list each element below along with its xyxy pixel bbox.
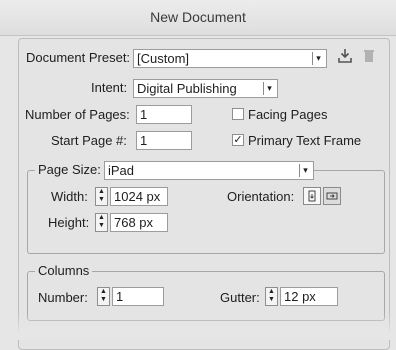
document-preset-value: [Custom] (137, 51, 190, 66)
orientation-label: Orientation: (227, 189, 295, 204)
document-preset-label: Document Preset: (26, 50, 131, 65)
chevron-down-icon: ▾ (312, 52, 324, 65)
stepper-icon: ▲ ▼ (98, 188, 105, 203)
columns-label: Columns (35, 263, 93, 278)
page-size-select[interactable]: iPad ▾ (104, 161, 314, 180)
portrait-icon (308, 190, 316, 202)
intent-select[interactable]: Digital Publishing ▾ (133, 79, 278, 98)
page-size-group (27, 170, 385, 254)
primary-text-frame-checkbox[interactable]: ✓ (232, 134, 244, 146)
column-number-input[interactable]: 1 (112, 287, 164, 306)
start-page-input[interactable]: 1 (136, 131, 192, 150)
stepper-icon: ▲ ▼ (100, 288, 107, 303)
number-of-pages-input[interactable]: 1 (136, 105, 192, 124)
page-size-value: iPad (108, 163, 135, 178)
width-input[interactable]: 1024 px (110, 187, 168, 206)
gutter-label: Gutter: (220, 290, 260, 305)
gutter-stepper[interactable]: ▲ ▼ (265, 287, 278, 306)
landscape-icon (326, 192, 338, 200)
landscape-orientation-button[interactable] (323, 187, 341, 205)
checkmark-icon: ✓ (233, 134, 243, 146)
facing-pages-label: Facing Pages (248, 107, 328, 122)
stepper-icon: ▲ ▼ (268, 288, 275, 303)
height-input[interactable]: 768 px (110, 213, 168, 232)
gutter-input[interactable]: 12 px (280, 287, 338, 306)
bottom-fade (0, 312, 396, 340)
facing-pages-checkbox[interactable] (232, 108, 244, 120)
save-preset-icon[interactable] (337, 48, 353, 67)
document-preset-select[interactable]: [Custom] ▾ (133, 49, 327, 68)
chevron-down-icon: ▾ (299, 164, 311, 177)
intent-label: Intent: (91, 80, 128, 95)
delete-preset-icon[interactable] (363, 49, 375, 66)
height-label: Height: (48, 215, 90, 230)
intent-value: Digital Publishing (137, 81, 237, 96)
primary-text-frame-label: Primary Text Frame (248, 133, 362, 148)
window-title: New Document (0, 0, 396, 36)
height-stepper[interactable]: ▲ ▼ (95, 213, 108, 232)
page-size-label: Page Size: (35, 162, 104, 177)
column-number-label: Number: (38, 290, 88, 305)
width-stepper[interactable]: ▲ ▼ (95, 187, 108, 206)
start-page-label: Start Page #: (51, 133, 127, 148)
width-label: Width: (51, 189, 88, 204)
column-number-stepper[interactable]: ▲ ▼ (97, 287, 110, 306)
stepper-icon: ▲ ▼ (98, 214, 105, 229)
portrait-orientation-button[interactable] (303, 187, 321, 205)
number-of-pages-label: Number of Pages: (25, 107, 130, 122)
chevron-down-icon: ▾ (263, 82, 275, 95)
